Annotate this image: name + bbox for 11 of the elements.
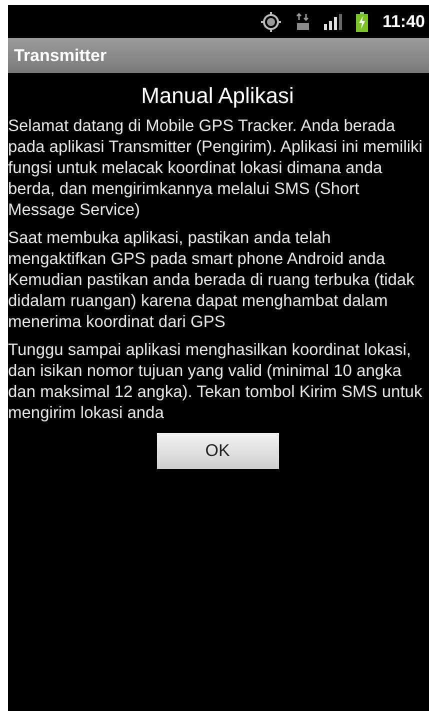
battery-charging-icon	[356, 12, 368, 32]
instruction-paragraph: Saat membuka aplikasi, pastikan anda telah mengaktifkan GPS pada smart phone Android anda Kemudian pastikan anda berada di ruang terbuka (tidak didalam ruangan) karena dapat menghambat dalam menerima koordinat dari GPS	[8, 228, 416, 333]
instruction-paragraph: Tunggu sampai aplikasi menghasilkan koordinat lokasi, dan isikan nomor tujuan yang valid (minimal 10 angka dan maksimal 12 angka). Tekan tombol Kirim SMS untuk mengirim lokasi anda	[8, 340, 424, 424]
instruction-paragraph: Selamat datang di Mobile GPS Tracker. Anda berada pada aplikasi Transmitter (Pengirim). Aplikasi ini memiliki fungsi untuk melacak koordinat lokasi dimana anda berda, dan mengirimkannya melalui SMS (Short Message Service)	[8, 116, 424, 221]
app-title: Transmitter	[14, 44, 107, 67]
gps-icon	[260, 10, 282, 32]
dialog-heading: Manual Aplikasi	[140, 82, 295, 110]
network-3g-icon	[296, 12, 310, 30]
clock-time: 11:40	[382, 10, 425, 33]
signal-icon	[324, 14, 342, 30]
ok-button[interactable]: OK	[156, 433, 278, 469]
